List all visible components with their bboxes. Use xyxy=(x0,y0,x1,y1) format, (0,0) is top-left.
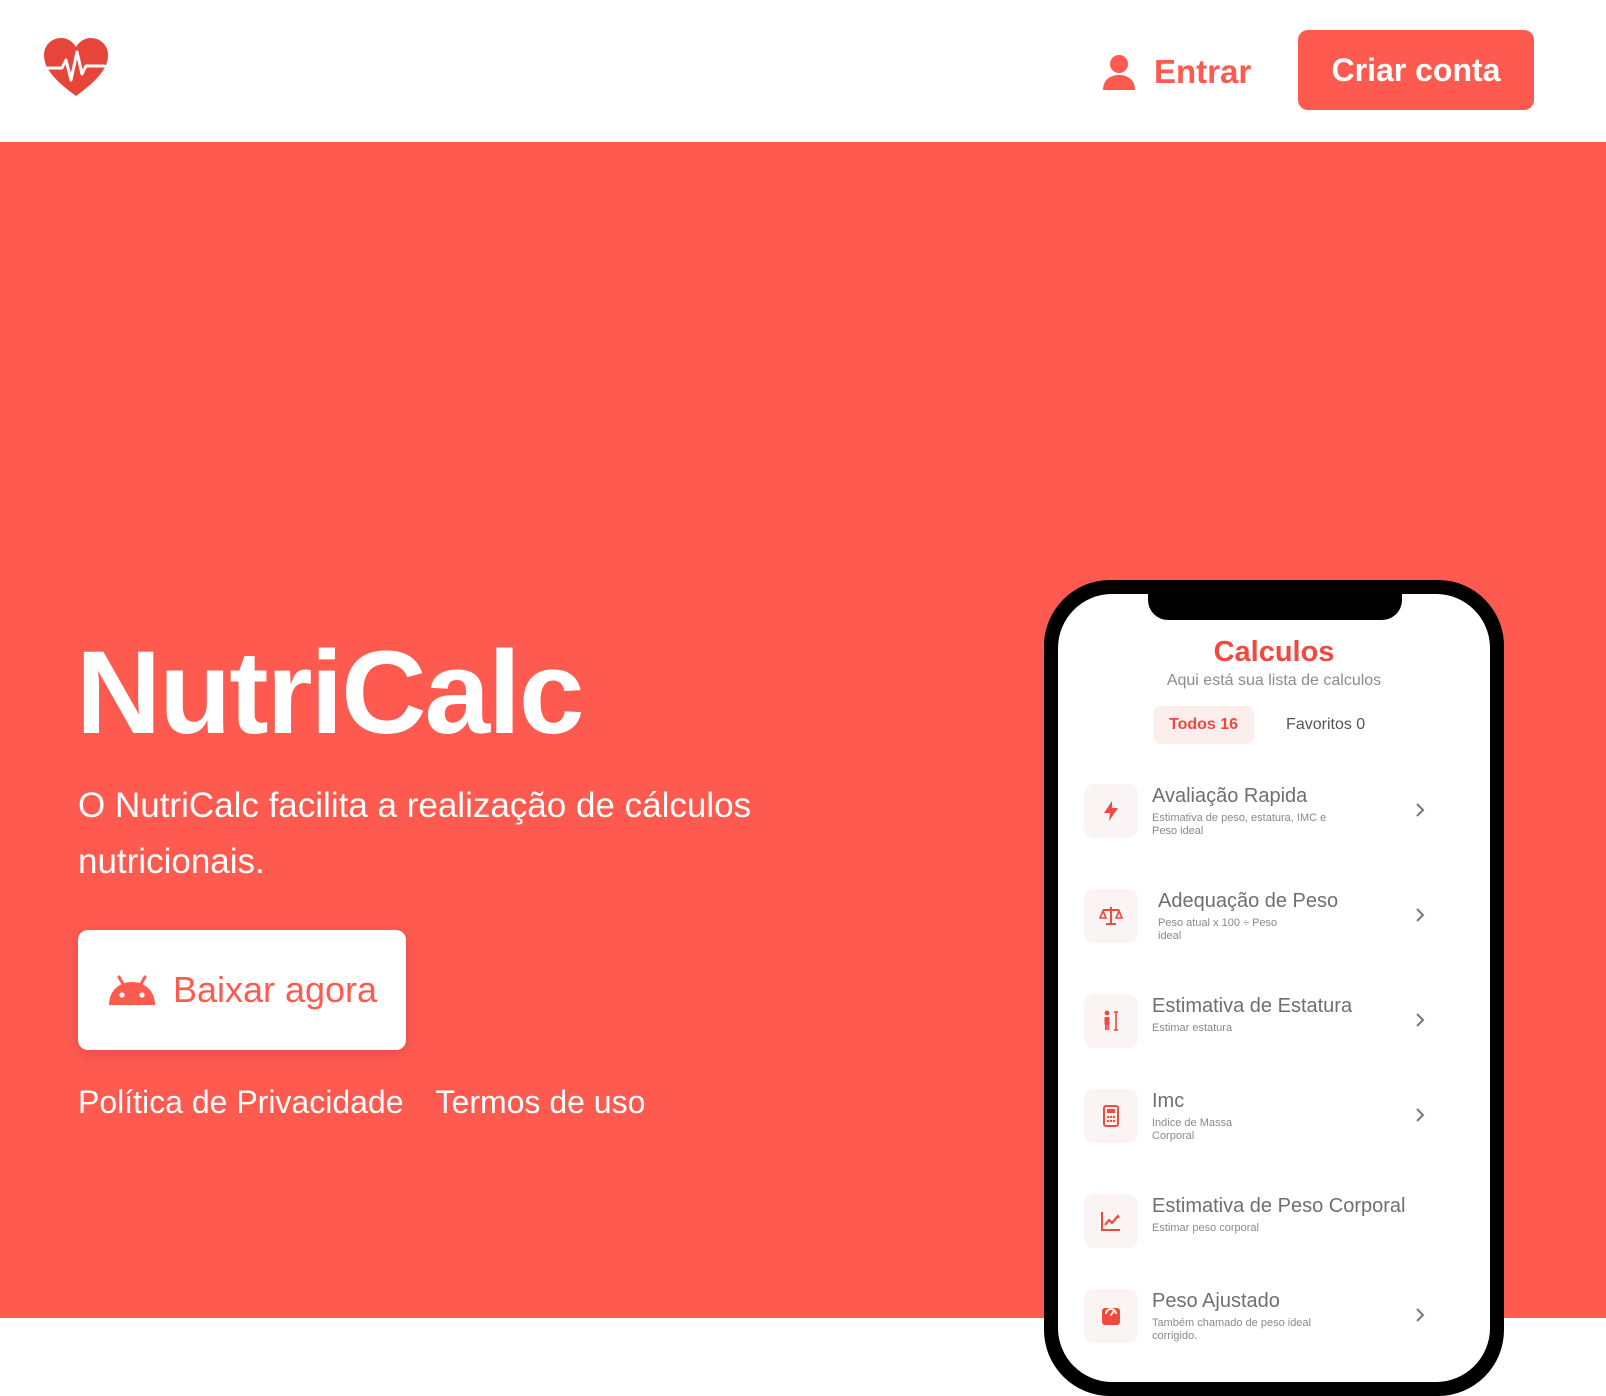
list-item-desc: Indice de Massa Corporal xyxy=(1152,1117,1233,1142)
list-item-desc: Peso atual x 100 ÷ Peso ideal xyxy=(1158,917,1278,942)
tab-favoritos[interactable]: Favoritos 0 xyxy=(1270,706,1381,744)
android-icon xyxy=(108,975,155,1005)
list-item[interactable]: Avaliação Rapida Estimativa de peso, est… xyxy=(1084,784,1430,854)
list-item-title: Imc xyxy=(1152,1090,1185,1112)
list-item-desc: Estimar estatura xyxy=(1152,1022,1233,1034)
terms-of-use-link[interactable]: Termos de uso xyxy=(436,1084,646,1121)
chevron-right-icon xyxy=(1416,1108,1425,1122)
list-item[interactable]: Imc Indice de Massa Corporal xyxy=(1084,1089,1430,1159)
footer-links: Política de Privacidade Termos de uso xyxy=(78,1084,645,1121)
app-subtitle: Aqui está sua lista de calculos xyxy=(1166,672,1382,689)
hero-section: NutriCalc O NutriCalc facilita a realiza… xyxy=(0,142,1606,1396)
list-item-title: Avaliação Rapida xyxy=(1152,785,1308,807)
chevron-right-icon xyxy=(1416,1013,1425,1027)
phone-screen: Calculos Aqui está sua lista de calculos… xyxy=(1058,594,1490,1382)
list-item[interactable]: Peso Ajustado Também chamado de peso ide… xyxy=(1084,1289,1430,1359)
download-button[interactable]: Baixar agora xyxy=(78,930,406,1050)
chevron-right-icon xyxy=(1416,803,1425,817)
heart-pulse-icon[interactable] xyxy=(44,38,108,98)
signup-button[interactable]: Criar conta xyxy=(1298,30,1534,110)
tab-todos[interactable]: Todos 16 xyxy=(1153,706,1255,744)
scale-balance-icon xyxy=(1084,889,1138,943)
list-item[interactable]: Adequação de Peso Peso atual x 100 ÷ Pes… xyxy=(1084,889,1430,959)
hero-description: O NutriCalc facilita a realização de cál… xyxy=(78,786,752,881)
chart-line-icon xyxy=(1084,1194,1138,1248)
user-icon xyxy=(1103,55,1135,90)
chevron-right-icon xyxy=(1416,1308,1425,1322)
list-item-desc: Também chamado de peso ideal corrigido. xyxy=(1152,1317,1311,1342)
login-link[interactable]: Entrar xyxy=(1102,50,1251,94)
list-item-title: Estimativa de Peso Corporal xyxy=(1152,1195,1406,1217)
top-navbar: Entrar Criar conta xyxy=(0,0,1606,142)
list-item[interactable]: Estimativa de Peso Corporal Estimar peso… xyxy=(1084,1194,1430,1264)
hero-title: NutriCalc xyxy=(76,627,585,759)
download-label: Baixar agora xyxy=(172,969,378,1010)
lightning-icon xyxy=(1084,784,1138,838)
list-item-title: Adequação de Peso xyxy=(1158,890,1339,912)
list-item[interactable]: Estimativa de Estatura Estimar estatura xyxy=(1084,994,1430,1064)
list-item-desc: Estimativa de peso, estatura, IMC e Peso… xyxy=(1152,812,1327,837)
app-tabs: Todos 16 Favoritos 0 xyxy=(1153,706,1381,744)
phone-notch xyxy=(1148,594,1402,620)
privacy-policy-link[interactable]: Política de Privacidade xyxy=(78,1084,404,1121)
list-item-title: Peso Ajustado xyxy=(1152,1290,1280,1312)
phone-mockup: Calculos Aqui está sua lista de calculos… xyxy=(1044,580,1504,1396)
calculator-icon xyxy=(1084,1089,1138,1143)
app-title: Calculos xyxy=(1213,636,1335,668)
login-label: Entrar xyxy=(1154,53,1252,90)
weight-scale-icon xyxy=(1084,1289,1138,1343)
list-item-desc: Estimar peso corporal xyxy=(1152,1222,1259,1234)
chevron-right-icon xyxy=(1416,908,1425,922)
human-height-icon xyxy=(1084,994,1138,1048)
list-item-title: Estimativa de Estatura xyxy=(1152,995,1353,1017)
